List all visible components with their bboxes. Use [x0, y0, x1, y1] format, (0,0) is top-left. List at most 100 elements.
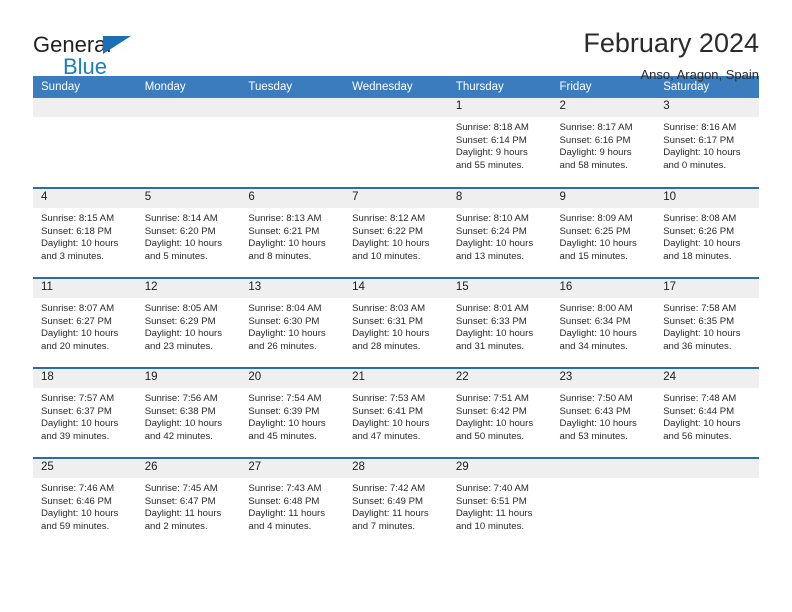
- daylight-text-line1: Daylight: 10 hours: [41, 508, 119, 520]
- sunset-text: Sunset: 6:20 PM: [144, 225, 216, 237]
- day-number: 2: [551, 98, 656, 117]
- sunrise-text: Sunrise: 8:14 AM: [144, 213, 218, 224]
- daylight-text-line2: and 45 minutes.: [248, 430, 317, 442]
- sunrise-text: Sunrise: 8:13 AM: [248, 213, 322, 224]
- calendar-day-cell[interactable]: 28 Sunrise: 7:42 AM Sunset: 6:49 PM Dayligh…: [344, 457, 448, 548]
- daylight-text-line1: Daylight: 10 hours: [663, 238, 741, 250]
- calendar-day-cell[interactable]: 16 Sunrise: 8:00 AM Sunset: 6:34 PM Dayligh…: [551, 277, 656, 368]
- logo-word-blue: Blue: [63, 54, 108, 79]
- day-details: Sunrise: 8:09 AM Sunset: 6:25 PM Daylight:…: [552, 208, 656, 263]
- calendar-day-cell[interactable]: 8 Sunrise: 8:10 AM Sunset: 6:24 PM Daylight…: [447, 187, 552, 278]
- calendar-day-cell[interactable]: 11 Sunrise: 8:07 AM Sunset: 6:27 PM Dayligh…: [33, 277, 137, 368]
- daylight-text-line2: and 15 minutes.: [559, 250, 628, 262]
- day-number: 28: [344, 459, 448, 478]
- calendar-day-cell-empty: [136, 98, 241, 188]
- calendar-day-cell[interactable]: 29 Sunrise: 7:40 AM Sunset: 6:51 PM Dayligh…: [447, 457, 552, 548]
- calendar-week-row: 25 Sunrise: 7:46 AM Sunset: 6:46 PM Dayligh…: [33, 457, 759, 548]
- calendar-day-cell[interactable]: 25 Sunrise: 7:46 AM Sunset: 6:46 PM Dayligh…: [33, 457, 137, 548]
- calendar-day-cell[interactable]: 4 Sunrise: 8:15 AM Sunset: 6:18 PM Daylight…: [33, 187, 137, 278]
- day-number: 21: [344, 369, 448, 388]
- calendar-day-cell[interactable]: 2 Sunrise: 8:17 AM Sunset: 6:16 PM Daylight…: [551, 98, 656, 188]
- day-details: Sunrise: 8:03 AM Sunset: 6:31 PM Daylight:…: [344, 298, 448, 353]
- day-number: 5: [136, 189, 241, 208]
- daylight-text-line1: Daylight: 10 hours: [559, 238, 637, 250]
- day-number: 25: [33, 459, 137, 478]
- calendar-day-cell[interactable]: 21 Sunrise: 7:53 AM Sunset: 6:41 PM Dayligh…: [344, 367, 448, 458]
- page-header: General Blue February 2024 Anso, Aragon,…: [33, 0, 759, 82]
- calendar-day-cell[interactable]: 3 Sunrise: 8:16 AM Sunset: 6:17 PM Daylight…: [655, 98, 759, 188]
- day-details: Sunrise: 7:46 AM Sunset: 6:46 PM Daylight:…: [33, 478, 137, 533]
- sunrise-text: Sunrise: 8:12 AM: [352, 213, 426, 224]
- calendar-day-cell[interactable]: 5 Sunrise: 8:14 AM Sunset: 6:20 PM Daylight…: [136, 187, 241, 278]
- calendar-grid: Sunday Monday Tuesday Wednesday Thursday…: [33, 76, 759, 548]
- calendar-day-cell[interactable]: 17 Sunrise: 7:58 AM Sunset: 6:35 PM Dayligh…: [655, 277, 759, 368]
- day-details: Sunrise: 7:48 AM Sunset: 6:44 PM Daylight:…: [655, 388, 759, 443]
- calendar-day-cell[interactable]: 27 Sunrise: 7:43 AM Sunset: 6:48 PM Dayligh…: [240, 457, 345, 548]
- calendar-day-cell[interactable]: 10 Sunrise: 8:08 AM Sunset: 6:26 PM Dayligh…: [655, 187, 759, 278]
- sunset-text: Sunset: 6:16 PM: [559, 134, 631, 146]
- day-number: 24: [655, 369, 759, 388]
- weekday-header-wednesday: Wednesday: [344, 76, 448, 98]
- sunset-text: Sunset: 6:31 PM: [352, 315, 424, 327]
- sunrise-text: Sunrise: 7:56 AM: [144, 393, 218, 404]
- calendar-day-cell[interactable]: 14 Sunrise: 8:03 AM Sunset: 6:31 PM Dayligh…: [344, 277, 448, 368]
- day-details: Sunrise: 8:07 AM Sunset: 6:27 PM Daylight:…: [33, 298, 137, 353]
- calendar-body: 1 Sunrise: 8:18 AM Sunset: 6:14 PM Daylight…: [33, 98, 759, 548]
- calendar-day-cell-empty: [551, 457, 656, 548]
- sunrise-text: Sunrise: 8:08 AM: [663, 213, 737, 224]
- daylight-text-line1: Daylight: 10 hours: [352, 238, 430, 250]
- calendar-day-cell[interactable]: 9 Sunrise: 8:09 AM Sunset: 6:25 PM Daylight…: [551, 187, 656, 278]
- daylight-text-line1: Daylight: 10 hours: [248, 328, 326, 340]
- daylight-text-line2: and 26 minutes.: [248, 340, 317, 352]
- daylight-text-line1: Daylight: 10 hours: [248, 418, 326, 430]
- day-details: Sunrise: 7:58 AM Sunset: 6:35 PM Daylight:…: [655, 298, 759, 353]
- sunrise-text: Sunrise: 8:05 AM: [144, 303, 218, 314]
- sunset-text: Sunset: 6:37 PM: [41, 405, 112, 417]
- sunset-text: Sunset: 6:26 PM: [663, 225, 735, 237]
- day-details: Sunrise: 8:13 AM Sunset: 6:21 PM Daylight:…: [240, 208, 344, 263]
- daylight-text-line1: Daylight: 10 hours: [352, 418, 430, 430]
- day-number: [136, 98, 241, 117]
- calendar-day-cell[interactable]: 13 Sunrise: 8:04 AM Sunset: 6:30 PM Dayligh…: [240, 277, 345, 368]
- daylight-text-line1: Daylight: 10 hours: [352, 328, 430, 340]
- daylight-text-line1: Daylight: 9 hours: [559, 147, 632, 159]
- calendar-day-cell[interactable]: 26 Sunrise: 7:45 AM Sunset: 6:47 PM Dayligh…: [136, 457, 241, 548]
- day-number: 29: [447, 459, 552, 478]
- sunset-text: Sunset: 6:48 PM: [248, 495, 320, 507]
- calendar-day-cell[interactable]: 24 Sunrise: 7:48 AM Sunset: 6:44 PM Dayligh…: [655, 367, 759, 458]
- calendar-day-cell[interactable]: 23 Sunrise: 7:50 AM Sunset: 6:43 PM Dayligh…: [551, 367, 656, 458]
- calendar-day-cell[interactable]: 15 Sunrise: 8:01 AM Sunset: 6:33 PM Dayligh…: [447, 277, 552, 368]
- logo-triangle-icon: [103, 36, 131, 54]
- calendar-day-cell[interactable]: 20 Sunrise: 7:54 AM Sunset: 6:39 PM Dayligh…: [240, 367, 345, 458]
- day-details: Sunrise: 7:57 AM Sunset: 6:37 PM Daylight:…: [33, 388, 137, 443]
- day-number: 23: [551, 369, 656, 388]
- calendar-day-cell[interactable]: 19 Sunrise: 7:56 AM Sunset: 6:38 PM Dayligh…: [136, 367, 241, 458]
- daylight-text-line2: and 31 minutes.: [455, 340, 525, 352]
- day-number: 27: [240, 459, 345, 478]
- day-number: 22: [447, 369, 552, 388]
- sunset-text: Sunset: 6:22 PM: [352, 225, 424, 237]
- calendar-week-row: 4 Sunrise: 8:15 AM Sunset: 6:18 PM Daylight…: [33, 187, 759, 278]
- calendar-day-cell[interactable]: 12 Sunrise: 8:05 AM Sunset: 6:29 PM Dayligh…: [136, 277, 241, 368]
- daylight-text-line2: and 20 minutes.: [41, 340, 110, 352]
- calendar-day-cell[interactable]: 18 Sunrise: 7:57 AM Sunset: 6:37 PM Dayligh…: [33, 367, 137, 458]
- day-details: Sunrise: 8:18 AM Sunset: 6:14 PM Daylight:…: [448, 117, 552, 172]
- sunset-text: Sunset: 6:30 PM: [248, 315, 320, 327]
- daylight-text-line1: Daylight: 10 hours: [663, 328, 741, 340]
- daylight-text-line1: Daylight: 11 hours: [352, 508, 429, 520]
- daylight-text-line1: Daylight: 10 hours: [248, 238, 326, 250]
- daylight-text-line2: and 58 minutes.: [559, 159, 628, 171]
- sunrise-text: Sunrise: 8:04 AM: [248, 303, 322, 314]
- daylight-text-line2: and 53 minutes.: [559, 430, 628, 442]
- sunset-text: Sunset: 6:34 PM: [559, 315, 631, 327]
- calendar-day-cell[interactable]: 6 Sunrise: 8:13 AM Sunset: 6:21 PM Daylight…: [240, 187, 345, 278]
- sunrise-text: Sunrise: 8:01 AM: [455, 303, 529, 314]
- calendar-day-cell[interactable]: 22 Sunrise: 7:51 AM Sunset: 6:42 PM Dayligh…: [447, 367, 552, 458]
- daylight-text-line2: and 2 minutes.: [144, 520, 208, 532]
- calendar-day-cell[interactable]: 7 Sunrise: 8:12 AM Sunset: 6:22 PM Daylight…: [344, 187, 448, 278]
- sunrise-text: Sunrise: 7:54 AM: [248, 393, 322, 404]
- sunrise-text: Sunrise: 8:00 AM: [559, 303, 633, 314]
- daylight-text-line2: and 47 minutes.: [352, 430, 421, 442]
- calendar-day-cell[interactable]: 1 Sunrise: 8:18 AM Sunset: 6:14 PM Daylight…: [447, 98, 552, 188]
- title-block: February 2024 Anso, Aragon, Spain: [583, 28, 759, 82]
